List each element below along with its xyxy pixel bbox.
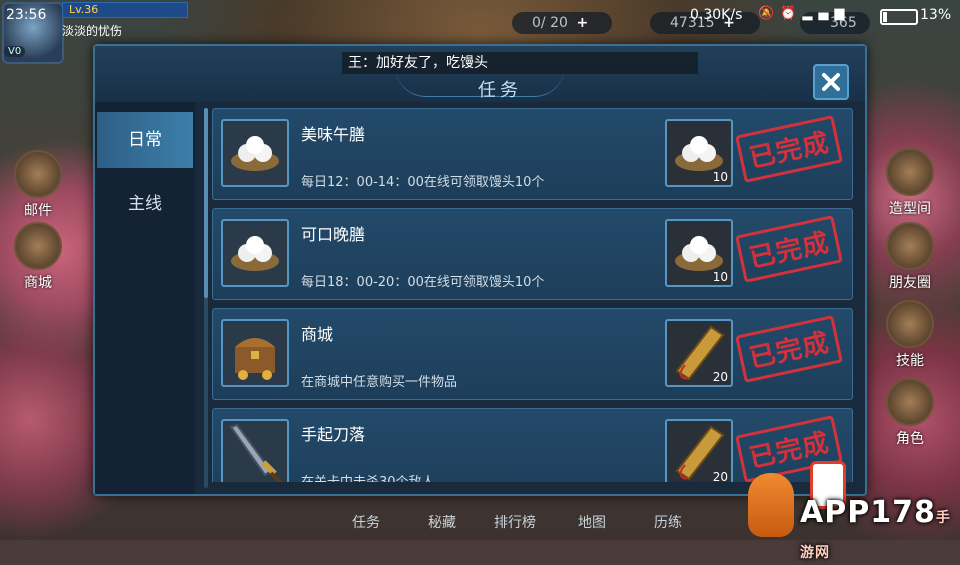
shop-icon xyxy=(14,222,62,270)
bottom-menu-treasure[interactable]: 秘藏 xyxy=(428,512,456,532)
menu-shop[interactable]: 商城 xyxy=(8,222,68,292)
task-card: 美味午膳 每日12：00-14：00在线可领取馒头10个 10 已完成 xyxy=(212,108,853,200)
task-card: 商城 在商城中任意购买一件物品 20 已完成 xyxy=(212,308,853,400)
close-button[interactable] xyxy=(813,64,849,100)
task-description: 每日18：00-20：00在线可领取馒头10个 xyxy=(301,275,545,290)
menu-character[interactable]: 角色 xyxy=(880,378,940,448)
close-icon xyxy=(822,73,840,91)
system-icons: 🔕⏰▂▄▆ xyxy=(758,6,850,21)
task-name: 手起刀落 xyxy=(301,425,366,444)
tab-daily[interactable]: 日常 xyxy=(97,112,193,168)
battery-icon xyxy=(880,9,918,25)
completed-stamp: 已完成 xyxy=(735,315,843,383)
mascot-icon xyxy=(748,473,794,537)
menu-friends[interactable]: 朋友圈 xyxy=(880,222,940,292)
reward-qty: 10 xyxy=(712,170,728,184)
task-card: 可口晚膳 每日18：00-20：00在线可领取馒头10个 10 已完成 xyxy=(212,208,853,300)
tab-sidebar: 日常 主线 xyxy=(95,102,195,494)
skills-icon xyxy=(886,300,934,348)
task-panel: 任务 日常 主线 美味午膳 每日12：00-14：00在线可领取馒头10个 10… xyxy=(93,44,867,496)
task-description: 每日12：00-14：00在线可领取馒头10个 xyxy=(301,175,545,190)
scrollbar-thumb[interactable] xyxy=(204,108,208,298)
signal-icon: ▂▄▆ xyxy=(802,6,851,21)
battery-percent: 13% xyxy=(920,7,952,23)
reward-item[interactable]: 10 xyxy=(665,119,733,187)
chat-ticker[interactable]: 王：加好友了，吃馒头 xyxy=(342,52,698,74)
menu-mail[interactable]: 邮件 xyxy=(8,150,68,220)
bottom-menu-tasks[interactable]: 任务 xyxy=(352,512,380,532)
bottom-menu-map[interactable]: 地图 xyxy=(578,512,606,532)
menu-wardrobe[interactable]: 造型间 xyxy=(880,148,940,218)
reward-qty: 20 xyxy=(712,370,728,384)
tab-main[interactable]: 主线 xyxy=(97,176,193,232)
mute-icon: 🔕 xyxy=(758,6,781,21)
task-description: 在关卡中击杀30个敌人 xyxy=(301,471,435,482)
clock: 23:56 xyxy=(6,7,47,23)
reward-qty: 10 xyxy=(712,270,728,284)
task-name: 商城 xyxy=(301,325,334,344)
weapon-icon xyxy=(221,419,289,482)
task-name: 美味午膳 xyxy=(301,125,366,144)
reward-item[interactable]: 10 xyxy=(665,219,733,287)
completed-stamp: 已完成 xyxy=(735,215,843,283)
watermark-brand: APP178 xyxy=(800,495,936,530)
friends-icon xyxy=(886,222,934,270)
completed-stamp: 已完成 xyxy=(735,115,843,183)
wardrobe-icon xyxy=(886,148,934,196)
menu-skills[interactable]: 技能 xyxy=(880,300,940,370)
task-description: 在商城中任意购买一件物品 xyxy=(301,375,458,390)
bottom-menu-ranking[interactable]: 排行榜 xyxy=(494,512,536,532)
bottom-menu-training[interactable]: 历练 xyxy=(654,512,682,532)
reward-item[interactable]: 20 xyxy=(665,319,733,387)
panel-title: 任务 xyxy=(478,80,522,101)
task-name: 可口晚膳 xyxy=(301,225,366,244)
watermark-logo: APP178手游网 xyxy=(720,455,960,561)
network-speed: 0.30K/s xyxy=(690,7,743,23)
steamed-bun-icon xyxy=(221,219,289,287)
vip-badge: V0 xyxy=(4,46,26,57)
treasure-chest-icon xyxy=(221,319,289,387)
task-list: 美味午膳 每日12：00-14：00在线可领取馒头10个 10 已完成 可口晚膳… xyxy=(212,108,853,482)
mail-icon xyxy=(14,150,62,198)
character-icon xyxy=(886,378,934,426)
alarm-icon: ⏰ xyxy=(780,6,803,21)
steamed-bun-icon xyxy=(221,119,289,187)
